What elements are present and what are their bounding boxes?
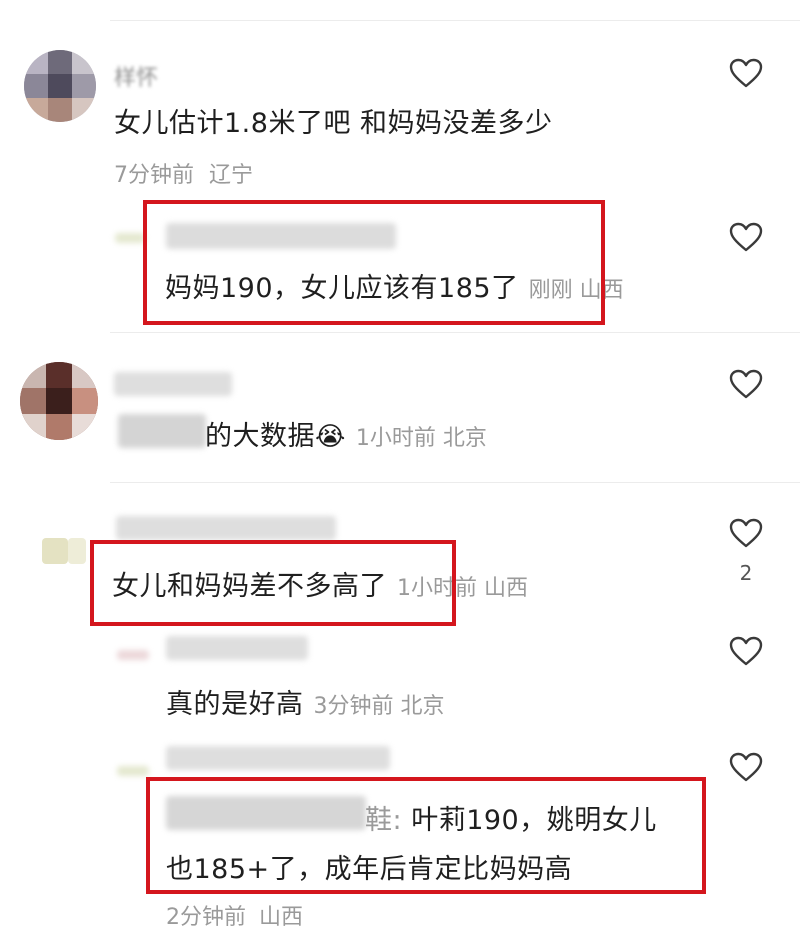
- reply-avatar[interactable]: [117, 650, 149, 660]
- reply-time: 3分钟前: [313, 694, 394, 719]
- highlight-box: [143, 200, 605, 325]
- crying-emoji: 😭: [315, 422, 346, 452]
- reply-avatar[interactable]: [117, 766, 149, 776]
- divider: [110, 482, 800, 483]
- reply-location: 北京: [400, 694, 445, 719]
- comment-location: 山西: [484, 576, 529, 601]
- like-count: 2: [739, 561, 753, 585]
- reply-location: 山西: [259, 905, 304, 930]
- highlight-box: [146, 777, 706, 894]
- reply-username[interactable]: [166, 636, 308, 660]
- heart-outline-icon[interactable]: [729, 222, 763, 252]
- comment-meta: 7分钟前 辽宁: [114, 157, 253, 189]
- reply-username[interactable]: [166, 746, 390, 770]
- comment-location: 辽宁: [209, 163, 254, 188]
- comment-time: 1小时前: [355, 426, 436, 451]
- heart-outline-icon[interactable]: [729, 369, 763, 399]
- comment-time: 7分钟前: [114, 163, 194, 188]
- username[interactable]: 样怀: [114, 60, 158, 92]
- reply-time: 2分钟前: [166, 905, 246, 930]
- username[interactable]: [116, 516, 336, 540]
- reply-text: 真的是好高 3分钟前 北京: [166, 689, 445, 720]
- highlight-box: [90, 540, 456, 626]
- reply-meta: 2分钟前 山西: [166, 899, 303, 931]
- username[interactable]: [114, 372, 232, 396]
- divider: [110, 20, 800, 21]
- avatar[interactable]: [24, 514, 96, 586]
- heart-outline-icon[interactable]: [729, 636, 763, 666]
- heart-outline-icon[interactable]: [729, 518, 763, 548]
- comment-text: 的大数据😭 1小时前 北京: [205, 421, 487, 452]
- avatar[interactable]: [24, 50, 96, 122]
- reply-avatar[interactable]: [115, 233, 145, 243]
- redacted-text: [118, 414, 206, 448]
- comment-text: 女儿估计1.8米了吧 和妈妈没差多少: [114, 108, 553, 139]
- heart-outline-icon[interactable]: [729, 58, 763, 88]
- avatar[interactable]: [20, 362, 98, 440]
- divider: [110, 332, 800, 333]
- comment-location: 北京: [442, 426, 487, 451]
- heart-outline-icon[interactable]: [729, 752, 763, 782]
